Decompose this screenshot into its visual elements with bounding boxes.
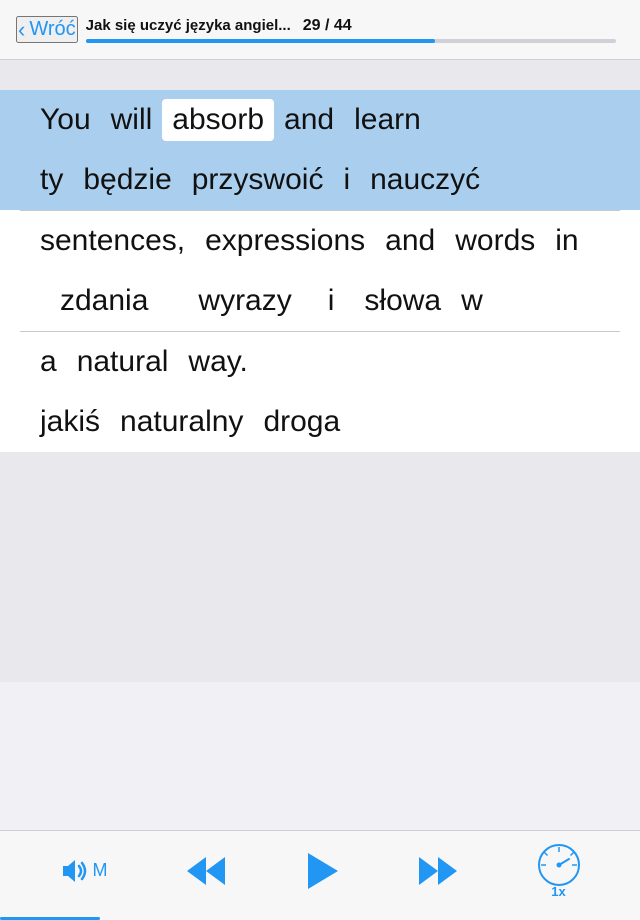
volume-m-label: M (93, 860, 108, 881)
word-learn[interactable]: learn (344, 99, 431, 141)
header-title: Jak się uczyć języka angiel... (86, 17, 291, 34)
word-you[interactable]: You (30, 99, 101, 141)
gray-content-area (0, 452, 640, 682)
volume-icon (59, 855, 91, 887)
english-row-3: a natural way. (0, 332, 640, 392)
word-a: a (30, 341, 67, 383)
content-area: You will absorb and learn ty będzie przy… (0, 90, 640, 452)
word-way: way. (178, 341, 257, 383)
word-zdania: zdania (50, 280, 158, 322)
play-button[interactable] (296, 843, 348, 899)
word-and-2: and (375, 220, 445, 262)
polish-row-1: ty będzie przyswoić i nauczyć (0, 150, 640, 210)
volume-m-container: M (59, 855, 108, 887)
word-natural: natural (67, 341, 179, 383)
volume-button[interactable]: M (51, 847, 116, 895)
rewind-button[interactable] (177, 845, 235, 897)
word-in: in (545, 220, 588, 262)
word-ty: ty (30, 159, 73, 201)
word-w: w (451, 280, 493, 322)
page-count: 29 / 44 (303, 17, 352, 35)
header-center: Jak się uczyć języka angiel... 29 / 44 (86, 17, 616, 43)
word-expressions: expressions (195, 220, 375, 262)
word-nauczyc: nauczyć (360, 159, 490, 201)
rewind-icon (185, 853, 227, 889)
word-and-1[interactable]: and (274, 99, 344, 141)
header: ‹ Wróć Jak się uczyć języka angiel... 29… (0, 0, 640, 60)
word-words: words (445, 220, 545, 262)
word-przyswoic: przyswoić (182, 159, 334, 201)
play-icon (304, 851, 340, 891)
word-jakis: jakiś (30, 401, 110, 443)
word-naturalny: naturalny (110, 401, 253, 443)
word-will[interactable]: will (101, 99, 163, 141)
word-sentences: sentences, (30, 220, 195, 262)
word-droga: droga (253, 401, 350, 443)
speed-button[interactable]: 1x (528, 834, 590, 907)
word-slowa: słowa (354, 280, 451, 322)
word-i-1: i (333, 159, 360, 201)
bottom-toolbar: M (0, 830, 640, 920)
word-bedzie: będzie (73, 159, 181, 201)
english-row-2: sentences, expressions and words in (0, 211, 640, 271)
polish-row-2: zdania wyrazy i słowa w (0, 271, 640, 331)
back-chevron-icon: ‹ (18, 19, 25, 41)
word-i-2: i (318, 280, 345, 322)
word-wyrazy: wyrazy (188, 280, 301, 322)
fast-forward-button[interactable] (409, 845, 467, 897)
polish-row-3: jakiś naturalny droga (0, 392, 640, 452)
fast-forward-icon (417, 853, 459, 889)
speed-label: 1x (551, 884, 565, 899)
speed-dial-icon (536, 842, 582, 888)
spacer-top (0, 60, 640, 90)
progress-bar-container (86, 39, 616, 43)
word-absorb[interactable]: absorb (162, 99, 274, 141)
back-button[interactable]: ‹ Wróć (16, 16, 78, 43)
back-label: Wróć (29, 18, 75, 41)
english-row-1: You will absorb and learn (0, 90, 640, 150)
progress-bar-fill (86, 39, 436, 43)
